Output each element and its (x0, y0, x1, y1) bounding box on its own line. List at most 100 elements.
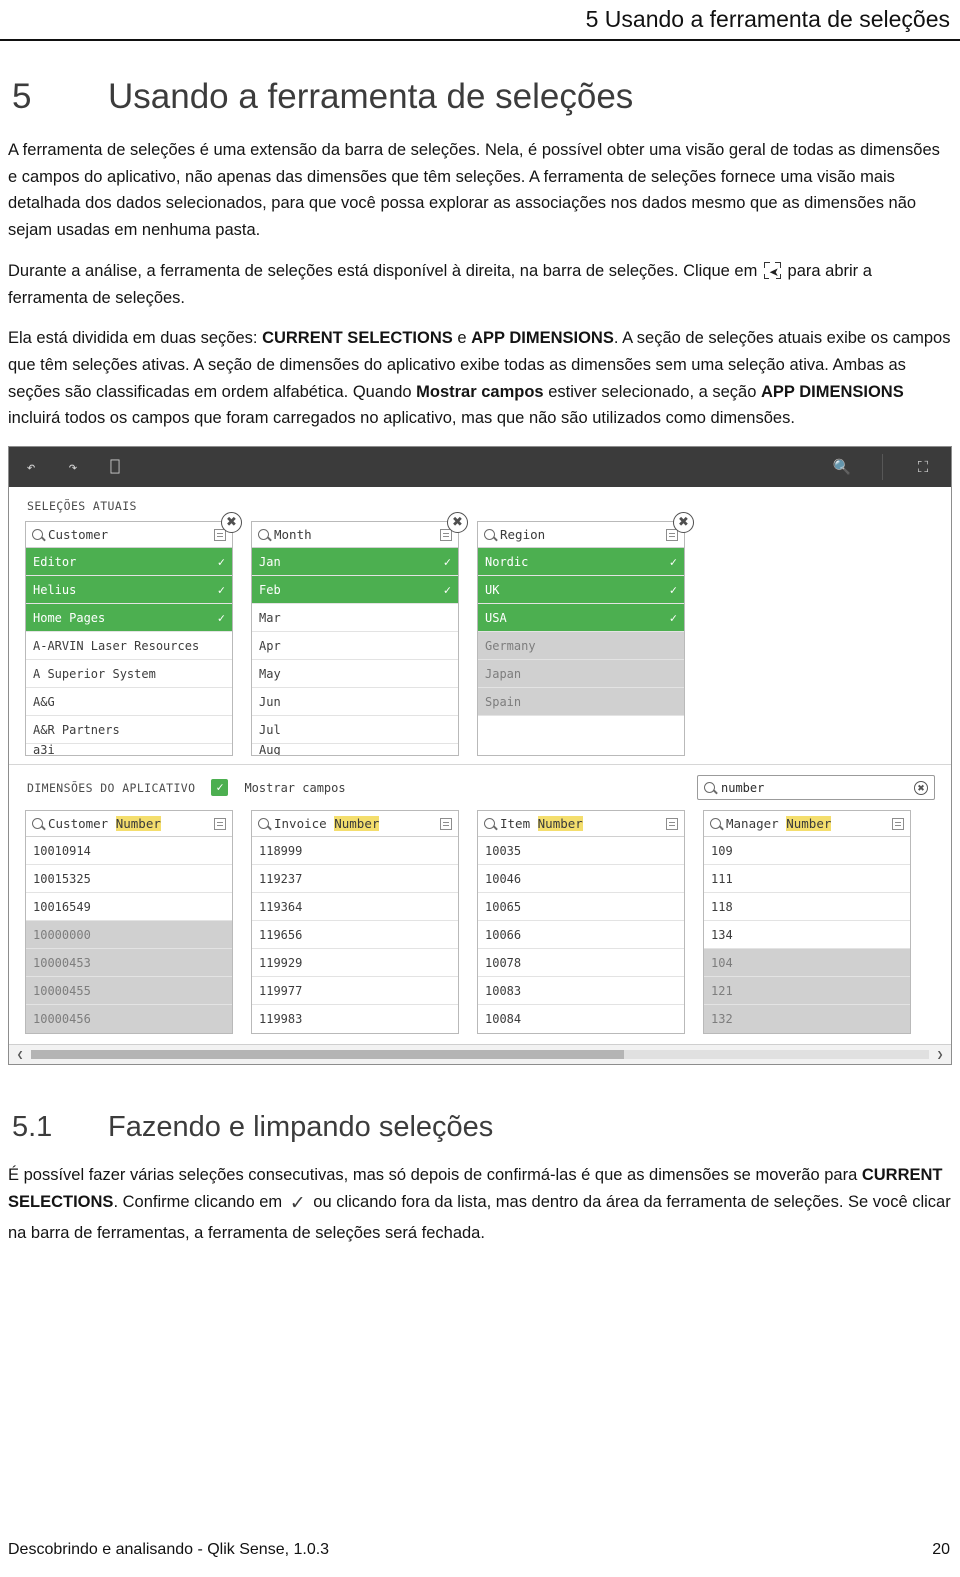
check-icon: ✓ (217, 582, 225, 597)
list-item-label: 10010914 (33, 843, 91, 858)
list-view-icon[interactable] (214, 817, 226, 830)
forward-arrow-icon[interactable]: ↷ (63, 458, 83, 476)
horizontal-scrollbar[interactable]: ❮ ❯ (9, 1044, 951, 1065)
header-divider (0, 39, 960, 41)
list-item[interactable]: 10000453 (26, 949, 232, 978)
field-title-match: Number (537, 816, 583, 832)
list-item[interactable]: Feb ✓ (252, 576, 458, 605)
list-item[interactable]: 10000455 (26, 977, 232, 1006)
list-item[interactable]: Jul (252, 716, 458, 745)
dimension-card-item-number: Item Number 10035 10046 10065 10066 1007… (477, 810, 685, 1035)
list-item[interactable]: 119977 (252, 977, 458, 1006)
list-item[interactable]: Home Pages ✓ (26, 604, 232, 633)
search-icon[interactable] (484, 529, 495, 541)
list-item[interactable]: A Superior System (26, 660, 232, 689)
list-item-label: 10035 (485, 843, 522, 858)
list-item-label: May (259, 666, 281, 681)
list-item[interactable]: 10083 (478, 977, 684, 1006)
list-item-label: 104 (711, 955, 733, 970)
list-item[interactable]: UK ✓ (478, 576, 684, 605)
list-item[interactable]: Editor ✓ (26, 548, 232, 577)
list-item[interactable]: 109 (704, 837, 910, 866)
list-item[interactable]: 119983 (252, 1005, 458, 1034)
list-item[interactable]: May (252, 660, 458, 689)
list-item[interactable]: Apr (252, 632, 458, 661)
selection-tool-toggle-icon[interactable]: ⛶ (913, 458, 933, 476)
section-number: 5.1 (12, 1111, 53, 1144)
list-item[interactable]: 119656 (252, 921, 458, 950)
search-icon[interactable]: 🔍 (832, 458, 852, 476)
list-item[interactable]: 10010914 (26, 837, 232, 866)
list-item[interactable]: Japan (478, 660, 684, 689)
clear-selections-icon[interactable]: ⎕ (105, 458, 125, 476)
list-item[interactable]: Nordic ✓ (478, 548, 684, 577)
list-item[interactable]: USA ✓ (478, 604, 684, 633)
list-item[interactable]: 10046 (478, 865, 684, 894)
list-item[interactable]: A&G (26, 688, 232, 717)
selection-card-customer: ✖ Customer Editor ✓ Helius ✓ Home Pages ✓ A… (25, 512, 242, 757)
search-input[interactable]: number ✖ (697, 775, 935, 801)
list-item-label: 121 (711, 983, 733, 998)
clear-field-customer-button[interactable]: ✖ (221, 512, 242, 534)
dimension-card-header: Invoice Number (252, 811, 458, 838)
clear-field-month-button[interactable]: ✖ (447, 512, 468, 534)
search-icon[interactable] (258, 818, 269, 830)
app-dimensions-term: APP DIMENSIONS (471, 329, 614, 348)
list-item[interactable]: 10015325 (26, 865, 232, 894)
list-item[interactable]: Aug (252, 744, 458, 756)
list-item[interactable]: 10000456 (26, 1005, 232, 1034)
list-item[interactable]: 10066 (478, 921, 684, 950)
list-item[interactable]: 111 (704, 865, 910, 894)
selection-card-header: Month (252, 522, 458, 549)
list-item[interactable]: Spain (478, 688, 684, 717)
running-header: 5 Usando a ferramenta de seleções (0, 0, 960, 39)
list-item[interactable]: 132 (704, 1005, 910, 1034)
list-item[interactable]: 10084 (478, 1005, 684, 1034)
list-item-label: 10078 (485, 955, 522, 970)
list-item[interactable]: 104 (704, 949, 910, 978)
list-item[interactable]: 10035 (478, 837, 684, 866)
search-icon[interactable] (484, 818, 495, 830)
chevron-right-icon[interactable]: ❯ (933, 1048, 947, 1061)
list-item[interactable]: 118999 (252, 837, 458, 866)
selection-card-header: Region (478, 522, 684, 549)
chevron-left-icon[interactable]: ❮ (13, 1048, 27, 1061)
clear-field-region-button[interactable]: ✖ (673, 512, 694, 534)
list-item[interactable]: 134 (704, 921, 910, 950)
list-item-label: 111 (711, 871, 733, 886)
list-item[interactable]: Mar (252, 604, 458, 633)
list-item[interactable]: 119929 (252, 949, 458, 978)
list-item[interactable]: Germany (478, 632, 684, 661)
list-item[interactable]: Helius ✓ (26, 576, 232, 605)
list-item[interactable]: 10016549 (26, 893, 232, 922)
search-icon[interactable] (258, 529, 269, 541)
list-view-icon[interactable] (666, 817, 678, 830)
list-item-label: Jun (259, 694, 281, 709)
list-item[interactable]: Jan ✓ (252, 548, 458, 577)
scrollbar-thumb[interactable] (31, 1050, 624, 1060)
list-item-label: 109 (711, 843, 733, 858)
list-item[interactable]: 10078 (478, 949, 684, 978)
list-item[interactable]: Jun (252, 688, 458, 717)
list-item[interactable]: 118 (704, 893, 910, 922)
list-view-icon[interactable] (440, 817, 452, 830)
back-arrow-icon[interactable]: ↶ (21, 458, 41, 476)
dimension-card-invoice-number: Invoice Number 118999 119237 119364 1196… (251, 810, 459, 1035)
list-item-label: 10015325 (33, 871, 91, 886)
list-item-label: 119656 (259, 927, 303, 942)
list-item[interactable]: A-ARVIN Laser Resources (26, 632, 232, 661)
search-icon[interactable] (32, 818, 43, 830)
list-item[interactable]: 10000000 (26, 921, 232, 950)
list-item[interactable]: a3i (26, 744, 232, 756)
search-icon[interactable] (710, 818, 721, 830)
list-item[interactable]: 10065 (478, 893, 684, 922)
clear-search-icon[interactable]: ✖ (914, 780, 928, 795)
list-view-icon[interactable] (892, 817, 904, 830)
list-item[interactable]: A&R Partners (26, 716, 232, 745)
list-item[interactable]: 121 (704, 977, 910, 1006)
list-item[interactable]: 119364 (252, 893, 458, 922)
list-item[interactable]: 119237 (252, 865, 458, 894)
scrollbar-track[interactable] (31, 1050, 929, 1060)
search-icon[interactable] (32, 529, 43, 541)
show-fields-checkbox[interactable]: ✓ (211, 779, 229, 797)
